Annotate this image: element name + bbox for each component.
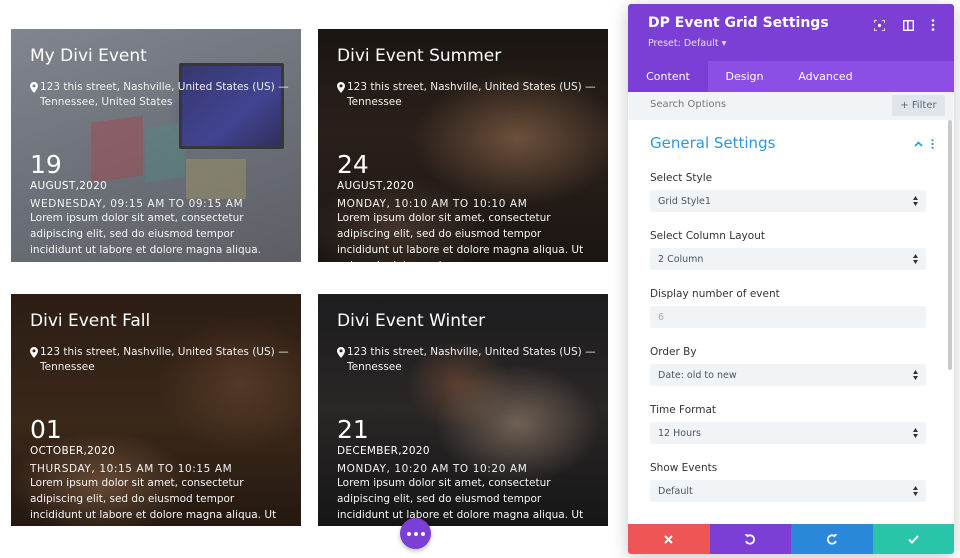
map-pin-icon	[337, 82, 345, 93]
event-card-4[interactable]: Divi Event Winter 123 this street, Nashv…	[318, 294, 608, 526]
event-card-2[interactable]: Divi Event Summer 123 this street, Nashv…	[318, 29, 608, 262]
event-description: Lorem ipsum dolor sit amet, consectetur …	[337, 477, 584, 526]
event-month-year: AUGUST,2020	[30, 180, 108, 192]
redo-icon	[826, 534, 838, 545]
split-view-icon[interactable]	[901, 18, 915, 32]
event-title[interactable]: Divi Event Fall	[30, 308, 289, 334]
close-icon	[664, 534, 673, 544]
field-label-display-number: Display number of event	[650, 288, 780, 300]
column-layout-value: 2 Column	[658, 253, 704, 265]
select-style-value: Grid Style1	[658, 195, 711, 207]
updown-arrow-icon	[913, 428, 918, 438]
more-dots-icon	[406, 531, 411, 536]
event-day: 24	[337, 150, 369, 179]
cancel-button[interactable]	[628, 524, 710, 554]
event-location-text: 123 this street, Nashville, United State…	[40, 81, 289, 108]
event-month-year: DECEMBER,2020	[337, 445, 430, 457]
event-location-text: 123 this street, Nashville, United State…	[40, 346, 289, 373]
tab-content[interactable]: Content	[628, 61, 708, 92]
event-title[interactable]: Divi Event Winter	[337, 308, 596, 334]
panel-scrollbar[interactable]	[948, 120, 952, 370]
updown-arrow-icon	[913, 370, 918, 380]
show-events-dropdown[interactable]: Default	[650, 480, 926, 502]
event-description: Lorem ipsum dolor sit amet, consectetur …	[337, 212, 584, 262]
event-location: 123 this street, Nashville, United State…	[337, 80, 596, 110]
undo-icon	[744, 534, 756, 545]
section-more-icon[interactable]	[931, 139, 934, 149]
event-day: 21	[337, 415, 369, 444]
chevron-up-icon[interactable]	[914, 141, 923, 147]
save-button[interactable]	[872, 524, 954, 554]
column-layout-dropdown[interactable]: 2 Column	[650, 248, 926, 270]
order-by-value: Date: old to new	[658, 369, 737, 381]
event-description: Lorem ipsum dolor sit amet, consectetur …	[30, 477, 277, 526]
map-pin-icon	[30, 347, 38, 358]
panel-title: DP Event Grid Settings	[648, 15, 829, 31]
section-title[interactable]: General Settings	[650, 134, 775, 152]
field-label-show-events: Show Events	[650, 462, 718, 474]
map-pin-icon	[337, 347, 345, 358]
show-events-value: Default	[658, 485, 693, 497]
time-format-dropdown[interactable]: 12 Hours	[650, 422, 926, 444]
event-card-1[interactable]: My Divi Event 123 this street, Nashville…	[11, 29, 301, 262]
event-day: 01	[30, 415, 62, 444]
event-location: 123 this street, Nashville, United State…	[30, 80, 289, 110]
undo-button[interactable]	[709, 524, 791, 554]
event-month-year: OCTOBER,2020	[30, 445, 116, 457]
settings-panel: DP Event Grid Settings Preset: Default ▾…	[628, 4, 954, 554]
panel-header[interactable]: DP Event Grid Settings Preset: Default ▾	[628, 4, 954, 61]
event-location-text: 123 this street, Nashville, United State…	[347, 81, 596, 108]
check-icon	[908, 534, 919, 544]
event-day: 19	[30, 150, 62, 179]
general-settings-section: General Settings Select Style Grid Style…	[628, 120, 954, 524]
event-location: 123 this street, Nashville, United State…	[30, 345, 289, 375]
search-options-input[interactable]	[650, 99, 850, 110]
event-title[interactable]: Divi Event Summer	[337, 43, 596, 69]
preset-selector[interactable]: Preset: Default ▾	[648, 38, 726, 49]
updown-arrow-icon	[913, 196, 918, 206]
plus-icon: +	[900, 100, 909, 111]
event-title[interactable]: My Divi Event	[30, 43, 289, 69]
redo-button[interactable]	[791, 524, 873, 554]
event-description: Lorem ipsum dolor sit amet, consectetur …	[30, 212, 262, 256]
filter-button[interactable]: + Filter	[892, 95, 945, 116]
panel-footer	[628, 524, 954, 554]
tab-design[interactable]: Design	[708, 61, 781, 92]
updown-arrow-icon	[913, 486, 918, 496]
filter-label: Filter	[911, 100, 937, 111]
field-label-select-style: Select Style	[650, 172, 713, 184]
more-options-icon[interactable]	[926, 18, 940, 32]
order-by-dropdown[interactable]: Date: old to new	[650, 364, 926, 386]
display-number-input[interactable]: 6	[650, 306, 926, 328]
event-location: 123 this street, Nashville, United State…	[337, 345, 596, 375]
updown-arrow-icon	[913, 254, 918, 264]
display-number-value: 6	[658, 311, 665, 323]
event-location-text: 123 this street, Nashville, United State…	[347, 346, 596, 373]
fullscreen-icon[interactable]	[872, 18, 886, 32]
field-label-order-by: Order By	[650, 346, 697, 358]
field-label-time-format: Time Format	[650, 404, 717, 416]
time-format-value: 12 Hours	[658, 427, 701, 439]
more-dots-button[interactable]	[400, 518, 431, 549]
select-style-dropdown[interactable]: Grid Style1	[650, 190, 926, 212]
search-row: + Filter	[628, 92, 954, 120]
tab-advanced[interactable]: Advanced	[781, 61, 870, 92]
event-month-year: AUGUST,2020	[337, 180, 415, 192]
panel-tabs: Content Design Advanced	[628, 61, 954, 92]
event-card-3[interactable]: Divi Event Fall 123 this street, Nashvil…	[11, 294, 301, 526]
field-label-column-layout: Select Column Layout	[650, 230, 765, 242]
map-pin-icon	[30, 82, 38, 93]
